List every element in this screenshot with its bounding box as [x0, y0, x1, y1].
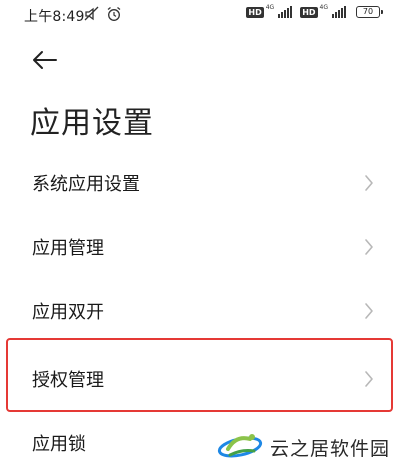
alarm-icon [107, 6, 121, 21]
list-item-app-management[interactable]: 应用管理 [0, 216, 400, 278]
list-item-label: 系统应用设置 [32, 174, 140, 195]
chevron-right-icon [365, 303, 373, 319]
screen: 上午8:49 HD 4G HD 4G 70 应用设置 系统应用设置 应用管理 应… [0, 0, 400, 473]
mute-icon [84, 6, 99, 21]
signal-icon [332, 6, 346, 18]
battery-level: 70 [362, 7, 374, 16]
page-title: 应用设置 [30, 106, 154, 141]
list-item-system-app-settings[interactable]: 系统应用设置 [0, 152, 400, 214]
network-type-1: 4G [265, 3, 275, 11]
watermark-logo-icon [217, 434, 263, 458]
list-item-label: 应用双开 [32, 302, 104, 323]
network-type-2: 4G [319, 3, 328, 11]
back-arrow-icon [33, 51, 57, 69]
list-item-permissions[interactable]: 授权管理 [0, 348, 400, 410]
signal-icon [278, 6, 293, 18]
list-item-label: 应用管理 [32, 238, 104, 259]
status-bar: 上午8:49 HD 4G HD 4G 70 [0, 0, 400, 30]
watermark-text: 云之居软件园 [269, 437, 390, 460]
chevron-right-icon [365, 371, 373, 387]
battery-icon: 70 [356, 6, 383, 18]
chevron-right-icon [365, 175, 373, 191]
hd-badge-2: HD [300, 6, 318, 18]
list-item-label: 授权管理 [32, 370, 104, 391]
back-button[interactable] [30, 46, 62, 74]
status-left-icons [84, 6, 122, 22]
watermark: 云之居软件园 [216, 427, 390, 467]
status-time: 上午8:49 [24, 9, 85, 25]
status-right: HD 4G HD 4G 70 [246, 3, 383, 18]
list-item-label: 应用锁 [32, 434, 86, 455]
chevron-right-icon [365, 239, 373, 255]
hd-badge-1: HD [246, 6, 264, 18]
list-item-dual-apps[interactable]: 应用双开 [0, 280, 400, 342]
